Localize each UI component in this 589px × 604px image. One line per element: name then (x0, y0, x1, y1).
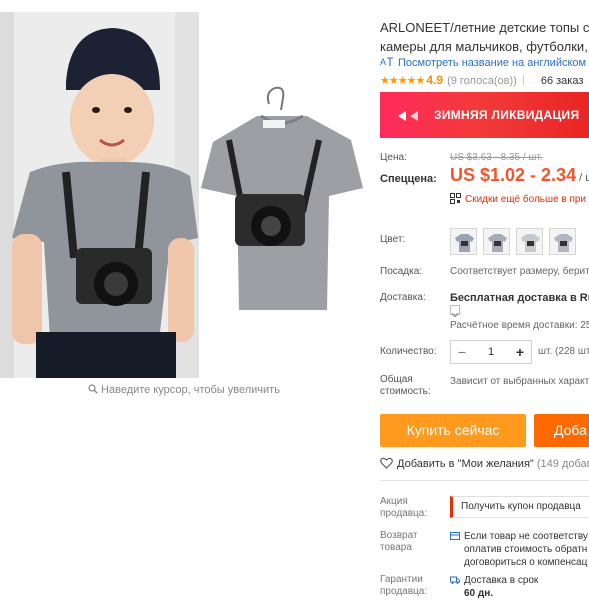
total-label: Общая стоимость: (380, 374, 431, 398)
sale-price-label: Спеццена: (380, 173, 437, 185)
chevron-down-icon (451, 313, 459, 318)
tshirt-illustration (199, 12, 368, 378)
zoom-hint: Наведите курсор, чтобы увеличить (0, 384, 368, 396)
zoom-hint-text: Наведите курсор, чтобы увеличить (101, 384, 280, 396)
seller-promo-label: Акция продавца: (380, 496, 427, 520)
quantity-increase-button[interactable]: + (509, 341, 531, 363)
returns-line3: договориться о компенсац (464, 557, 588, 568)
add-to-cart-button[interactable]: Доба (534, 414, 589, 447)
get-seller-coupon-button[interactable]: Получить купон продавца (450, 496, 589, 518)
delivery-truck-icon (450, 576, 460, 584)
product-title: ARLONEET/летние детские топы с ко камеры… (380, 18, 589, 56)
rating-divider (522, 75, 524, 85)
color-option-1[interactable] (450, 228, 477, 255)
returns-text: Если товар не соответству оплатив стоимо… (464, 530, 588, 569)
color-swatch-2-image (488, 234, 507, 252)
quantity-decrease-button[interactable]: − (451, 341, 473, 363)
color-swatch-3-image (521, 234, 540, 252)
seller-promo-label-line1: Акция (380, 496, 408, 507)
product-gallery: Наведите курсор, чтобы увеличить (0, 0, 368, 400)
rating-score: 4.9 (426, 73, 443, 87)
delivery-dropdown[interactable] (450, 305, 460, 318)
sale-price-unit: / ш (579, 172, 589, 184)
quantity-stepper: − 1 + (450, 340, 532, 364)
old-price: US $3.63 - 8.35 / шт. (450, 152, 543, 163)
promo-banner[interactable]: ЗИМНЯЯ ЛИКВИДАЦИЯ (380, 92, 589, 138)
color-swatch-4-image (554, 234, 573, 252)
total-label-line1: Общая (380, 374, 413, 385)
translate-link-text: Посмотреть название на английском (398, 57, 587, 69)
guarantee-text: Доставка в срок 60 дн. (464, 574, 538, 600)
delivery-label: Доставка: (380, 292, 426, 303)
rating-votes[interactable]: (9 голоса(ов)) (447, 75, 517, 87)
returns-line2: оплатив стоимость обратн (464, 544, 588, 555)
heart-icon (380, 457, 393, 469)
returns-label-line2: товара (380, 542, 412, 553)
quantity-label: Количество: (380, 346, 437, 357)
child-photo-illustration (0, 12, 199, 378)
color-option-2[interactable] (483, 228, 510, 255)
add-to-wishlist-link[interactable]: Добавить в "Мои желания" (149 добавили (380, 457, 589, 470)
buy-now-button[interactable]: Купить сейчас (380, 414, 526, 447)
return-policy-icon (450, 532, 460, 540)
product-photo-tshirt[interactable] (199, 12, 368, 378)
product-title-line1: ARLONEET/летние детские топы с ко (380, 20, 589, 35)
translate-icon: A (380, 57, 393, 67)
seller-promo-label-line2: продавца: (380, 508, 428, 519)
svg-text:A: A (380, 57, 386, 67)
guarantee-label: Гарантии продавца: (380, 574, 427, 598)
returns-line1: Если товар не соответству (464, 531, 588, 542)
product-photo-child[interactable] (0, 12, 199, 378)
qr-code-icon (450, 193, 461, 204)
rating-stars[interactable]: ★★★★★ (380, 75, 425, 87)
promo-chevron-icon (398, 111, 418, 121)
translate-title-link[interactable]: A Посмотреть название на английском (380, 56, 586, 69)
wishlist-label: Добавить в "Мои желания" (397, 458, 534, 470)
color-option-3[interactable] (516, 228, 543, 255)
rating-row: ★★★★★ 4.9 (9 голоса(ов)) 66 заказ (380, 73, 583, 87)
guarantee-line1: Доставка в срок (464, 575, 539, 586)
delivery-estimate: Расчётное время доставки: 25 (450, 320, 589, 331)
price-label: Цена: (380, 152, 407, 163)
returns-label-line1: Возврат (380, 530, 418, 541)
color-swatch-1-image (455, 234, 474, 252)
wishlist-count: (149 добавили (536, 458, 589, 470)
stock-available: шт. (228 шт (538, 346, 589, 357)
orders-count: 66 заказ (540, 75, 584, 87)
guarantee-label-line2: продавца: (380, 586, 428, 597)
returns-label: Возврат товара (380, 530, 418, 554)
color-options (450, 228, 582, 255)
color-option-4[interactable] (549, 228, 576, 255)
more-discounts-link[interactable]: Скидки ещё больше в при (450, 193, 586, 205)
product-info: ARLONEET/летние детские топы с ко камеры… (380, 0, 589, 604)
promo-banner-text: ЗИМНЯЯ ЛИКВИДАЦИЯ (434, 108, 580, 122)
sale-price-block: US $1.02 - 2.34/ ш (450, 165, 589, 186)
sale-price: US $1.02 - 2.34 (450, 165, 577, 185)
color-label: Цвет: (380, 234, 406, 245)
more-discounts-text: Скидки ещё больше в при (465, 194, 587, 205)
total-label-line2: стоимость: (380, 386, 431, 397)
fit-label: Посадка: (380, 266, 423, 277)
guarantee-label-line1: Гарантии (380, 574, 423, 585)
delivery-value[interactable]: Бесплатная доставка в Russi (450, 292, 589, 304)
magnifier-icon (88, 384, 98, 394)
fit-value: Соответствует размеру, берит (450, 266, 589, 277)
section-divider (380, 480, 589, 481)
guarantee-line2: 60 дн. (464, 588, 494, 599)
quantity-input[interactable]: 1 (473, 341, 509, 363)
product-title-line2: камеры для мальчиков, футболки, о (380, 39, 589, 54)
total-value: Зависит от выбранных характ (450, 376, 589, 387)
